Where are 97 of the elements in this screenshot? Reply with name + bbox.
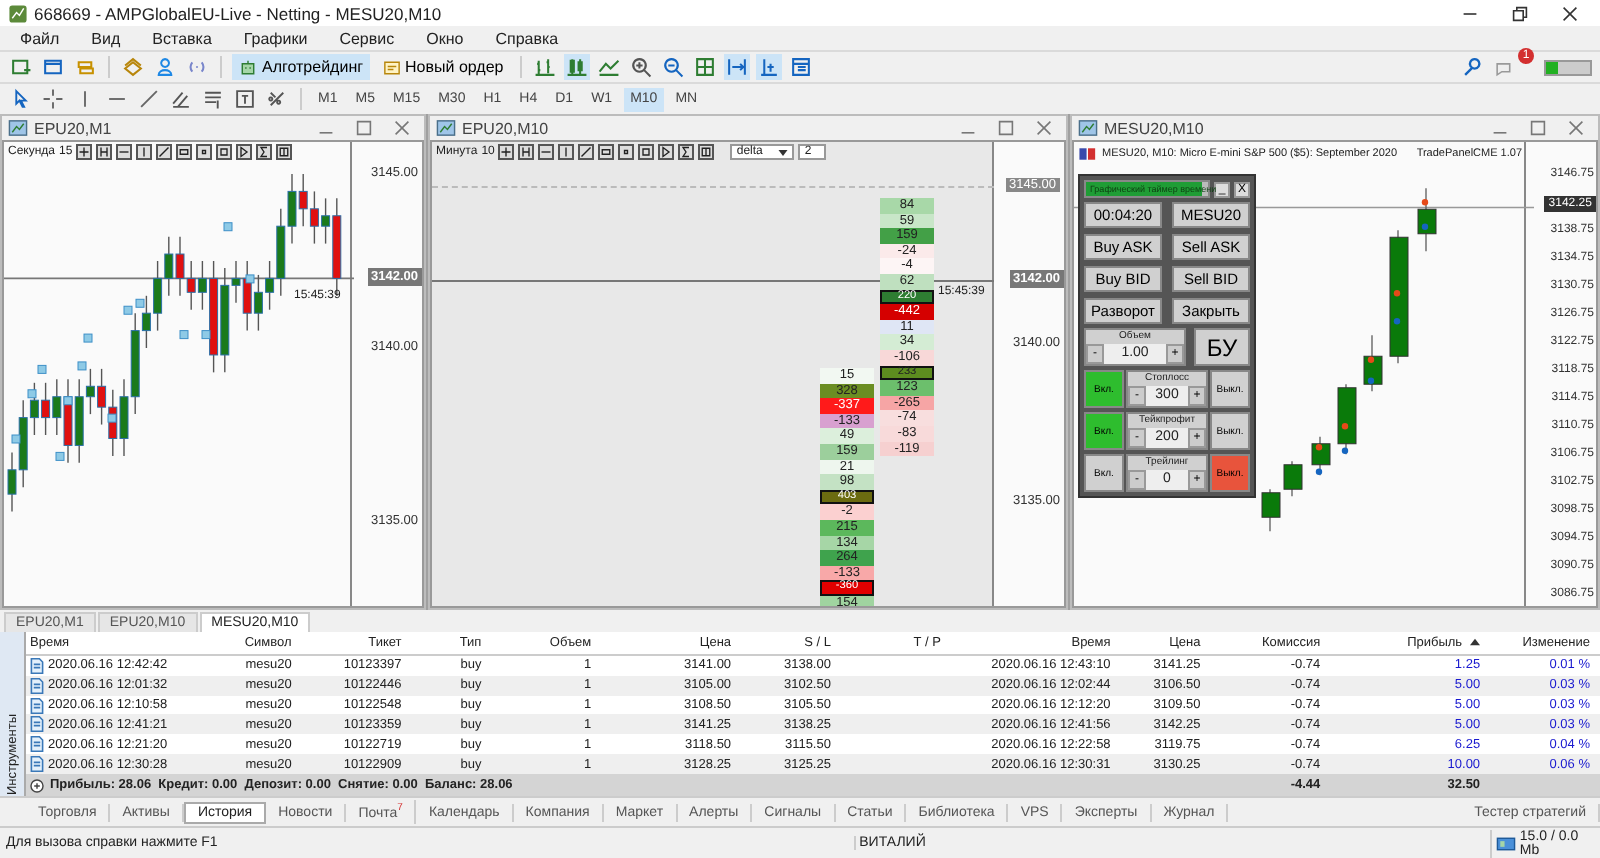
window-title: 668669 - AMPGlobalEU-Live - Netting - MESU20,M10 [34, 3, 442, 23]
rectangle-icon[interactable] [598, 144, 615, 160]
minus-icon[interactable] [538, 144, 555, 160]
vertical-bar-icon[interactable] [558, 144, 575, 160]
plus-icon[interactable] [76, 144, 93, 160]
candles-icon[interactable] [563, 54, 590, 80]
trade-marker [1367, 377, 1375, 384]
maximize-icon[interactable] [356, 120, 372, 136]
minus-icon[interactable] [116, 144, 133, 160]
half-square-icon[interactable] [698, 144, 715, 160]
memory-icon [1495, 833, 1516, 853]
volume-marker [55, 451, 65, 461]
sum-icon[interactable] [678, 144, 695, 160]
chart-window-icon [436, 118, 456, 138]
candle [1389, 229, 1409, 364]
plus-icon[interactable] [498, 144, 515, 160]
volume-marker [201, 330, 211, 340]
zoom-in-icon[interactable] [627, 54, 654, 80]
trend-line-icon[interactable] [136, 86, 162, 112]
breakeven-button[interactable]: БУ [1194, 328, 1250, 366]
rectangle-icon[interactable] [176, 144, 193, 160]
volume-marker [223, 222, 233, 232]
chart-title: EPU20,M10 [462, 119, 549, 137]
volume-marker [77, 361, 87, 371]
candle [1363, 334, 1383, 392]
dot-icon[interactable] [618, 144, 635, 160]
candle [1417, 187, 1437, 252]
flag-icon [1078, 144, 1098, 164]
square-icon[interactable] [638, 144, 655, 160]
half-square-icon[interactable] [276, 144, 293, 160]
slash-icon[interactable] [578, 144, 595, 160]
menu-item[interactable]: Вид [79, 29, 133, 47]
menu-item[interactable]: Сервис [327, 29, 407, 47]
order-icon [381, 57, 402, 77]
menu-item[interactable]: Вставка [140, 29, 224, 47]
volume-marker [11, 434, 21, 444]
robot-icon [238, 57, 258, 77]
scroll-end-icon[interactable] [723, 54, 750, 80]
shift-icon[interactable] [755, 54, 782, 80]
maximize-icon[interactable] [1530, 120, 1546, 136]
caret-icon [778, 149, 789, 155]
person-icon[interactable] [152, 54, 178, 80]
candle [1283, 460, 1303, 497]
crosshair-icon[interactable] [40, 86, 66, 112]
channel-icon[interactable] [168, 86, 194, 112]
trade-marker [1393, 318, 1401, 325]
square-icon[interactable] [216, 144, 233, 160]
trade-marker [1421, 199, 1429, 206]
stack-icon[interactable] [120, 54, 146, 80]
close-icon[interactable] [1562, 5, 1578, 21]
new-order-button[interactable]: Новый ордер [375, 54, 510, 80]
line-chart-icon[interactable] [595, 54, 622, 80]
text-icon[interactable] [232, 86, 258, 112]
volume-marker [37, 364, 47, 374]
trade-marker [1341, 423, 1349, 430]
menu-item[interactable]: Файл [8, 29, 72, 47]
grid-icon[interactable] [691, 54, 718, 80]
slash-icon[interactable] [156, 144, 173, 160]
volume-marker [63, 396, 73, 406]
volume-marker [107, 413, 117, 423]
candle [1261, 488, 1281, 532]
chart-title: MESU20,M10 [1104, 119, 1204, 137]
h-icon[interactable] [96, 144, 113, 160]
chart-window-icon [1078, 118, 1098, 138]
chart-window-icon [8, 118, 28, 138]
h-icon[interactable] [518, 144, 535, 160]
menu-item[interactable]: Графики [231, 29, 320, 47]
connection-indicator-icon [1544, 59, 1592, 75]
sort-arrow-icon [1470, 638, 1481, 647]
trade-marker [1367, 356, 1375, 363]
properties-icon[interactable] [787, 54, 814, 80]
trade-marker [1315, 444, 1323, 451]
expand-icon[interactable] [30, 777, 44, 794]
trade-marker [1421, 223, 1429, 230]
dot-icon[interactable] [196, 144, 213, 160]
menu-item[interactable]: Справка [483, 29, 571, 47]
sum-icon[interactable] [256, 144, 273, 160]
bar-chart-icon[interactable] [531, 54, 558, 80]
new-chart-icon[interactable] [8, 54, 34, 80]
play-icon[interactable] [658, 144, 675, 160]
menu-item[interactable]: Окно [414, 29, 476, 47]
window-icon[interactable] [40, 54, 66, 80]
play-icon[interactable] [236, 144, 253, 160]
search-icon[interactable] [1460, 54, 1486, 80]
zoom-out-icon[interactable] [659, 54, 686, 80]
restore-icon[interactable] [1512, 5, 1528, 21]
volume-marker [27, 389, 37, 399]
algo-trading-button[interactable]: Алготрейдинг [232, 54, 370, 80]
trade-marker [1315, 468, 1323, 475]
volume-marker [179, 330, 189, 340]
maximize-icon[interactable] [998, 120, 1014, 136]
volume-marker [245, 274, 255, 284]
trade-marker [1393, 290, 1401, 297]
trade-marker [1341, 447, 1349, 454]
vertical-bar-icon[interactable] [136, 144, 153, 160]
chart-title: EPU20,M1 [34, 119, 112, 137]
volume-marker [83, 333, 93, 343]
